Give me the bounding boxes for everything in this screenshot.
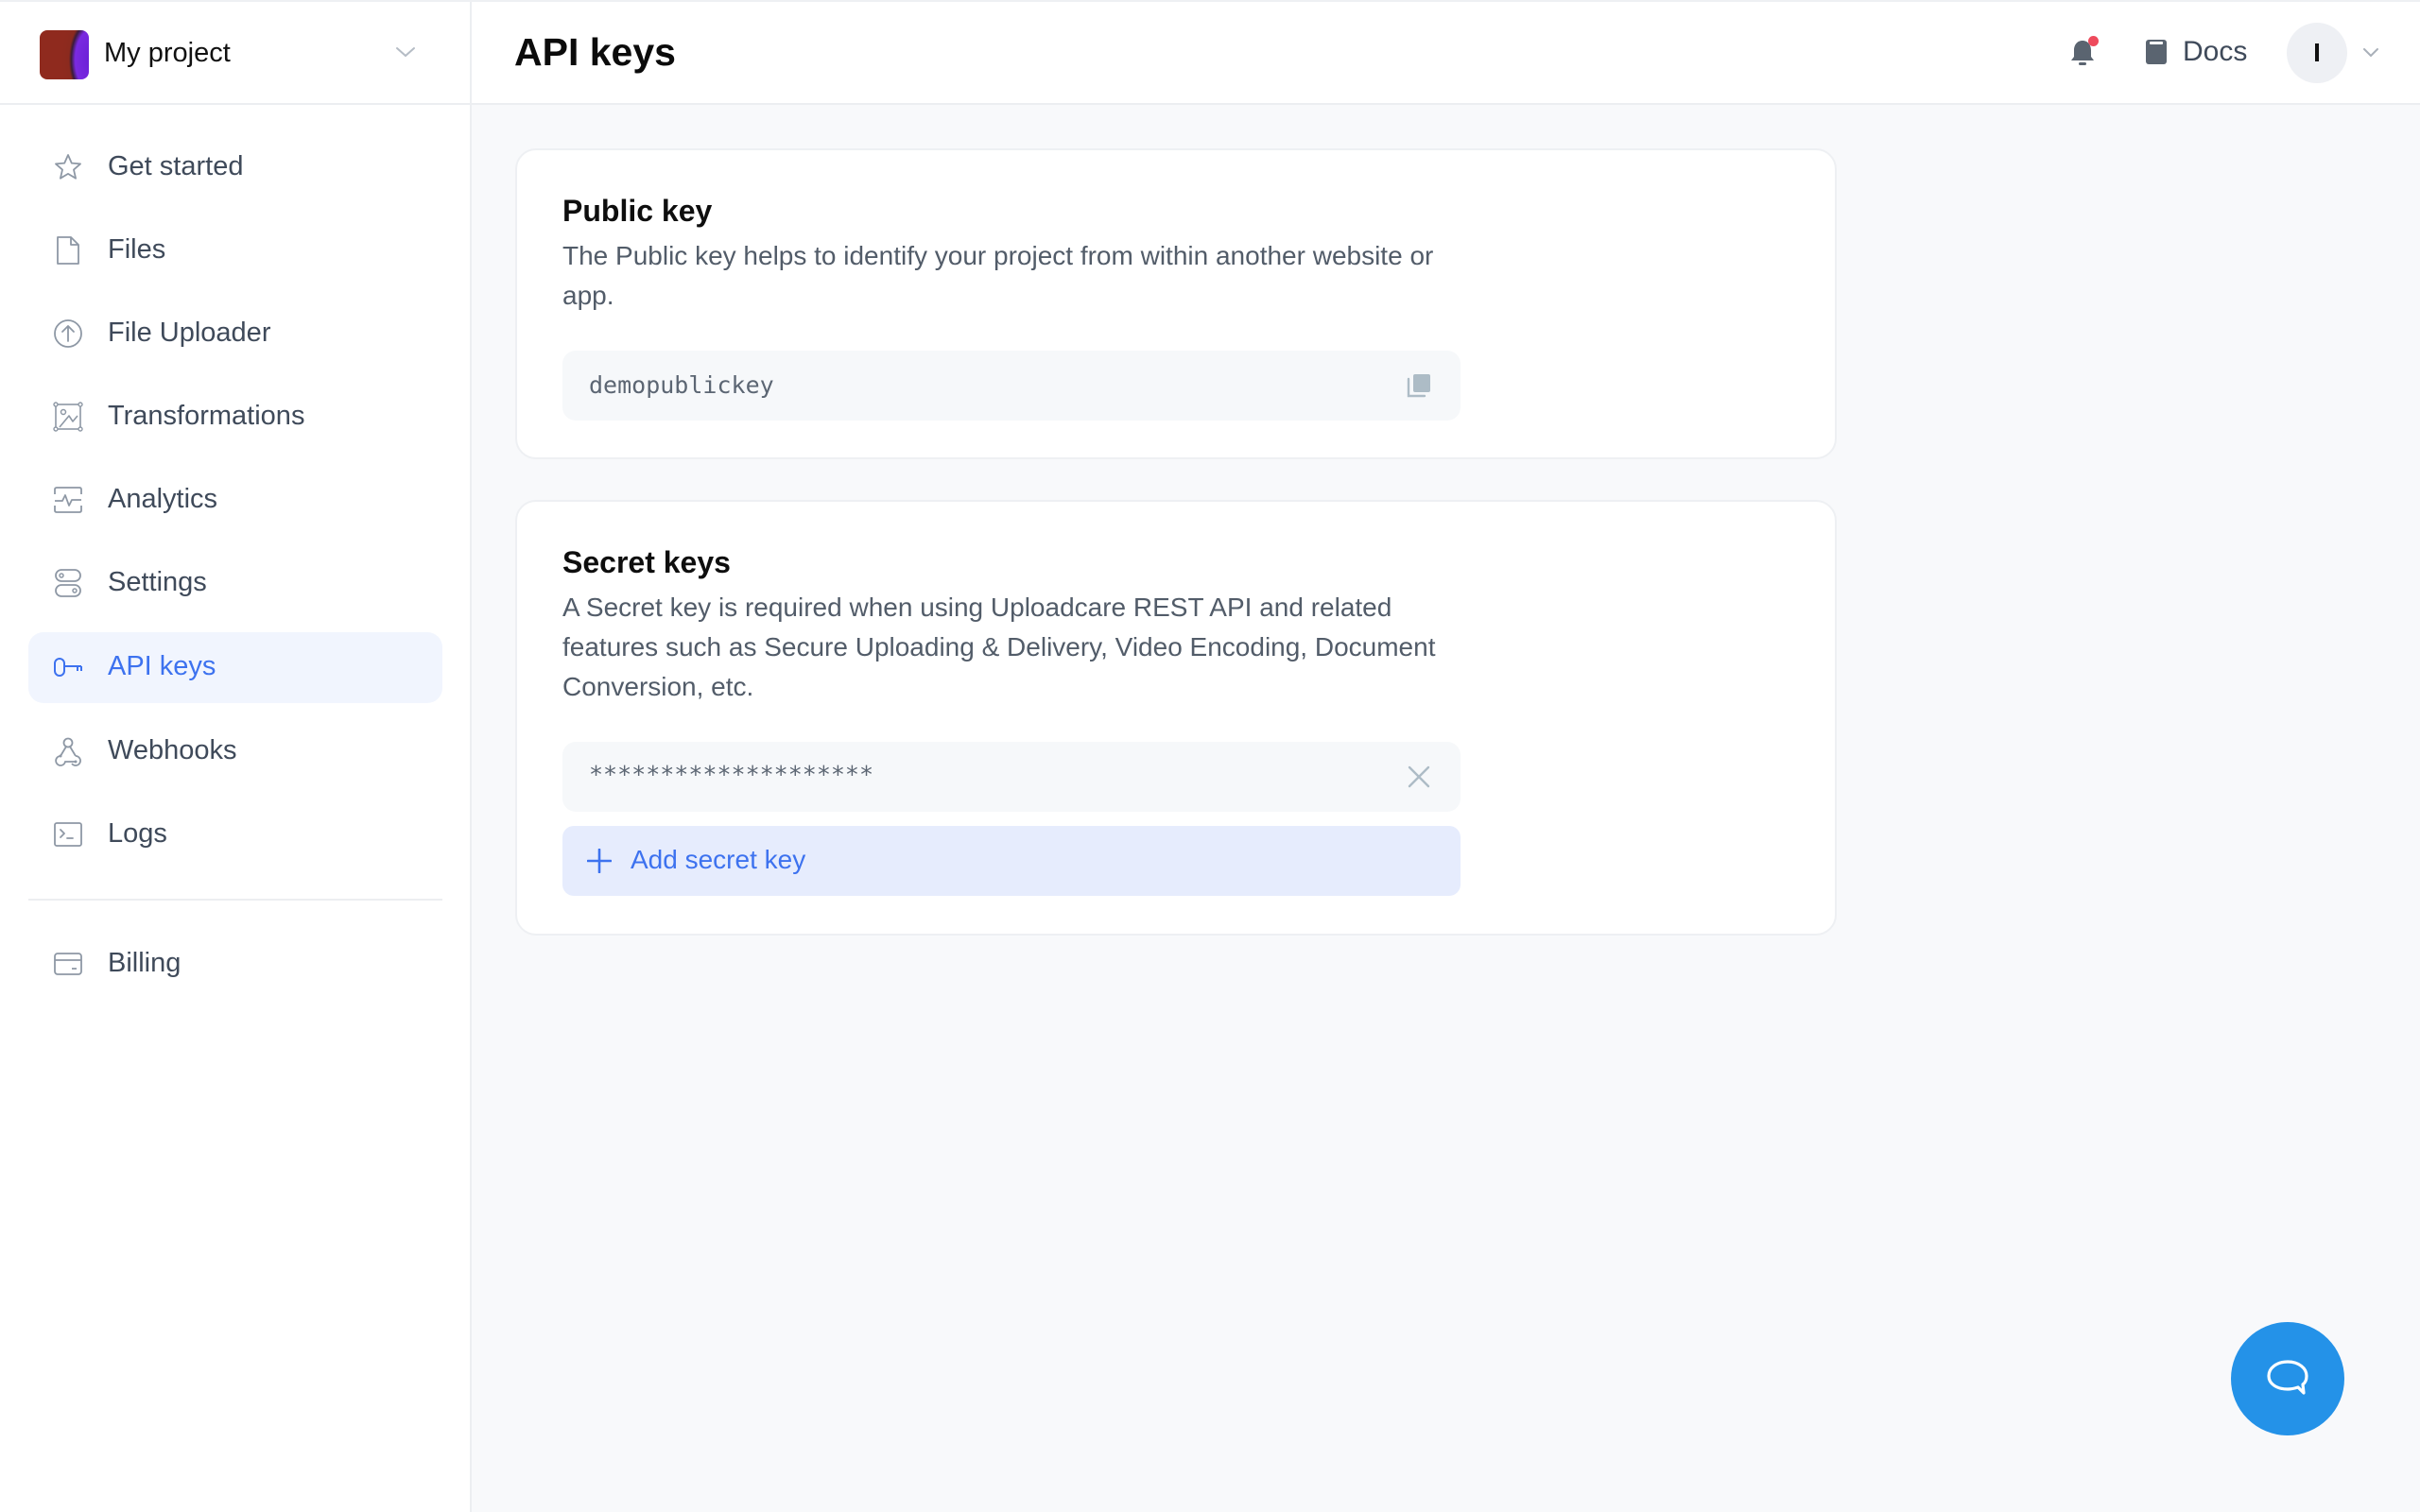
toggles-icon [55,569,81,597]
sidebar-item-get-started[interactable]: Get started [28,132,442,203]
image-transform-icon [53,402,83,432]
sidebar-item-label: File Uploader [108,318,271,348]
sidebar-item-label: API keys [108,651,216,681]
sidebar-item-label: Settings [108,567,207,597]
chat-bubble-icon [2267,1360,2308,1395]
sidebar-item-analytics[interactable]: Analytics [28,465,442,536]
secret-keys-description: A Secret key is required when using Uplo… [562,593,1436,701]
public-key-description: The Public key helps to identify your pr… [562,241,1434,310]
upload-circle-icon [54,319,82,348]
public-key-title: Public key [562,194,713,228]
chevron-down-icon [396,47,415,58]
sidebar-item-api-keys[interactable]: API keys [28,632,442,703]
file-icon [57,236,79,265]
add-secret-key-button[interactable]: Add secret key [562,826,1461,896]
book-icon [2146,40,2167,64]
chevron-down-icon[interactable] [2362,47,2379,59]
project-name: My project [104,38,231,68]
sidebar-item-logs[interactable]: Logs [28,799,442,870]
sidebar-item-label: Get started [108,151,244,181]
close-icon[interactable] [1406,764,1432,790]
chat-launcher-button[interactable] [2231,1322,2344,1435]
sidebar-item-label: Logs [108,818,167,849]
sidebar-item-billing[interactable]: Billing [28,929,442,1000]
page-title: API keys [514,30,676,74]
sidebar-item-transformations[interactable]: Transformations [28,382,442,453]
pulse-icon [54,487,82,513]
sidebar-divider [28,899,442,901]
copy-icon[interactable] [1406,372,1432,399]
sidebar-item-files[interactable]: Files [28,215,442,286]
terminal-icon [54,822,82,847]
secret-key-field[interactable]: ******************** [562,742,1461,812]
public-key-field[interactable]: demopublickey [562,351,1461,421]
header: API keys Docs I [472,2,2420,105]
secret-keys-card: Secret keys A Secret key is required whe… [515,500,1837,936]
sidebar-item-settings[interactable]: Settings [28,548,442,619]
avatar-initial: I [2313,38,2321,67]
public-key-value: demopublickey [589,371,774,399]
notification-dot [2088,36,2099,46]
docs-label: Docs [2183,36,2248,67]
add-secret-key-label: Add secret key [631,845,806,874]
webhook-icon [55,737,81,766]
docs-link[interactable]: Docs [2145,30,2247,74]
key-icon [54,658,82,677]
public-key-card: Public key The Public key helps to ident… [515,148,1837,459]
sidebar-item-label: Files [108,234,166,265]
project-logo [40,30,89,79]
sidebar: My project Get started Files File Upload… [0,2,472,1512]
secret-key-value: ******************** [589,761,874,788]
secret-keys-title: Secret keys [562,545,731,579]
star-icon [55,154,81,180]
project-switcher[interactable]: My project [0,2,470,105]
sidebar-item-label: Webhooks [108,735,237,765]
sidebar-item-label: Analytics [108,484,218,514]
sidebar-item-webhooks[interactable]: Webhooks [28,716,442,787]
plus-icon [587,849,612,873]
sidebar-item-file-uploader[interactable]: File Uploader [28,299,442,369]
user-avatar[interactable]: I [2287,23,2347,83]
sidebar-item-label: Transformations [108,401,305,431]
sidebar-item-label: Billing [108,948,182,978]
credit-card-icon [54,953,82,975]
